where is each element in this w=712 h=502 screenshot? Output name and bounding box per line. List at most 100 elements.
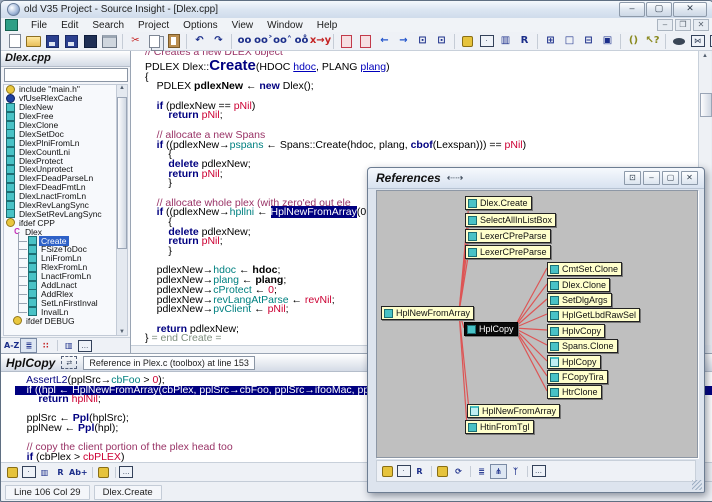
menu-options[interactable]: Options — [176, 20, 224, 31]
ref-node-setdlgargs[interactable]: SetDlgArgs — [547, 293, 612, 307]
properties-button[interactable]: … — [77, 339, 92, 352]
references-close-button[interactable]: ✕ — [681, 171, 698, 185]
save-as-button[interactable] — [63, 34, 81, 49]
go-forward-button[interactable]: → — [395, 34, 413, 49]
code-line[interactable]: PDLEX Dlex::Create(HDOC hdoc, PLANG plan… — [145, 58, 526, 73]
menu-window[interactable]: Window — [260, 20, 310, 31]
book-button[interactable]: ▥ — [61, 339, 76, 352]
references-dock-button[interactable]: ⊡ — [624, 171, 641, 185]
references-maximize-button[interactable]: ▢ — [662, 171, 679, 185]
ref-node-htrclone[interactable]: HtrClone — [547, 385, 602, 399]
mark-2-button[interactable] — [357, 34, 375, 49]
print-button[interactable] — [101, 34, 119, 49]
ref-node-hplnewfromarray[interactable]: HplNewFromArray — [467, 404, 560, 418]
menu-file[interactable]: File — [24, 20, 54, 31]
mark-button[interactable] — [338, 34, 356, 49]
relation-window-button[interactable]: R — [516, 34, 534, 49]
ref-node-lexercpreparse[interactable]: LexerCPreParse — [465, 245, 551, 259]
lock-button[interactable] — [96, 466, 111, 479]
search-files-button[interactable]: oo̊ — [293, 34, 311, 49]
symbol-list-scrollbar[interactable]: ▲ ▼ — [116, 84, 128, 336]
lock-edit-button[interactable] — [459, 34, 477, 49]
symbol-scroll-thumb[interactable] — [117, 97, 127, 249]
go-back-button[interactable]: ← — [376, 34, 394, 49]
search-forward-button[interactable]: oo˃ — [255, 34, 273, 49]
references-title-bar[interactable]: References ⇠⇢ ⊡ – ▢ ✕ — [368, 168, 704, 189]
symbol-list-item[interactable]: ifdef CPP — [4, 218, 119, 227]
cut-button[interactable]: ✂ — [127, 34, 145, 49]
open-file-button[interactable] — [25, 34, 43, 49]
tile-windows-button[interactable]: ⊞ — [542, 34, 560, 49]
hyperlink-button[interactable] — [670, 34, 688, 49]
ref-node-hplcopy[interactable]: HplCopy — [547, 355, 601, 369]
new-file-button[interactable] — [6, 34, 24, 49]
save-button[interactable] — [44, 34, 62, 49]
refresh-button[interactable]: ⟳ — [451, 465, 466, 478]
context-window-button[interactable]: · — [478, 34, 496, 49]
search-button[interactable]: oo — [236, 34, 254, 49]
mdi-minimize-button[interactable]: – — [657, 19, 673, 31]
view-relation-button[interactable]: ⋔ — [490, 464, 507, 479]
relation-view-button[interactable]: ⋈ — [689, 34, 707, 49]
jump-in-button[interactable]: ⊡ — [414, 34, 432, 49]
properties-button[interactable]: … — [119, 466, 134, 479]
code-line[interactable]: if ((pdlexNew→pspans ← Spans::Create(hdo… — [145, 141, 526, 151]
menu-search[interactable]: Search — [85, 20, 131, 31]
call-parens-button[interactable]: () — [625, 34, 643, 49]
symbol-list-item[interactable]: ifdef DEBUG — [4, 316, 119, 325]
browse-project-button[interactable]: ▥ — [497, 34, 515, 49]
save-all-button[interactable] — [82, 34, 100, 49]
context-window-button[interactable]: · — [396, 465, 411, 478]
relation-window-button[interactable]: R — [53, 466, 68, 479]
split-window-button[interactable]: ⊟ — [580, 34, 598, 49]
code-line[interactable]: PDLEX pdlexNew ← new Dlex(); — [145, 82, 526, 92]
ref-node-spans-clone[interactable]: Spans.Clone — [547, 339, 618, 353]
menu-help[interactable]: Help — [310, 20, 345, 31]
minimize-button[interactable]: – — [619, 2, 645, 17]
ref-node-hplcopy[interactable]: HplCopy — [464, 322, 518, 336]
redo-button[interactable]: ↷ — [210, 34, 228, 49]
help-pointer-button[interactable]: ↖? — [644, 34, 662, 49]
copy-button[interactable] — [146, 34, 164, 49]
undo-button[interactable]: ↶ — [191, 34, 209, 49]
full-window-button[interactable]: □ — [561, 34, 579, 49]
lock-button[interactable] — [435, 465, 450, 478]
code-line[interactable]: return pNil; — [145, 111, 526, 121]
ref-node-lexercpreparse[interactable]: LexerCPreParse — [465, 229, 551, 243]
ref-node-dlex-create[interactable]: Dlex.Create — [465, 196, 532, 210]
search-backward-button[interactable]: oo˄ — [274, 34, 292, 49]
context-window-icon[interactable]: ⇄ — [61, 356, 77, 369]
close-button[interactable]: ✕ — [673, 2, 707, 17]
references-minimize-button[interactable]: – — [643, 171, 660, 185]
mdi-close-button[interactable]: ✕ — [693, 19, 709, 31]
lock-edit-button[interactable] — [380, 465, 395, 478]
view-list-button[interactable]: ≣ — [20, 338, 37, 353]
ref-node-dlex-clone[interactable]: Dlex.Clone — [547, 278, 610, 292]
menu-view[interactable]: View — [225, 20, 261, 31]
view-list-button[interactable]: ≣ — [474, 465, 489, 478]
ref-node-htinfromtgl[interactable]: HtinFromTgl — [465, 420, 534, 434]
jump-out-button[interactable]: ⊡ — [433, 34, 451, 49]
ref-node-hplnewfromarray[interactable]: HplNewFromArray — [381, 306, 474, 320]
relation-graph-canvas[interactable]: Dlex.Create SelectAllInListBox LexerCPrePa… — [376, 190, 698, 458]
mdi-restore-button[interactable]: ❐ — [675, 19, 691, 31]
view-tree-button[interactable]: ᛉ — [508, 465, 523, 478]
ref-node-cmtset-clone[interactable]: CmtSet.Clone — [547, 262, 622, 276]
code-line[interactable]: // Creates a new DLEX object — [145, 51, 526, 58]
relation-window-button[interactable]: R — [412, 465, 427, 478]
menu-edit[interactable]: Edit — [54, 20, 85, 31]
ref-node-hplgetlbdrawsel[interactable]: HplGetLbdRawSel — [547, 308, 640, 322]
members-button[interactable]: ∷ — [38, 339, 53, 352]
browse-project-button[interactable]: ▥ — [37, 466, 52, 479]
symbol-window-button[interactable]: ≡ — [708, 34, 712, 49]
ref-node-selectallinlistbox[interactable]: SelectAllInListBox — [465, 213, 556, 227]
lock-edit-button[interactable] — [5, 466, 20, 479]
ref-node-hplvcopy[interactable]: HplvCopy — [547, 324, 605, 338]
resize-grip[interactable] — [692, 480, 702, 490]
cascade-windows-button[interactable]: ▣ — [599, 34, 617, 49]
paste-button[interactable] — [165, 34, 183, 49]
properties-button[interactable]: … — [531, 465, 546, 478]
context-window-button[interactable]: · — [21, 466, 36, 479]
az-button[interactable]: A-Z — [4, 339, 19, 352]
maximize-button[interactable]: ▢ — [646, 2, 672, 17]
